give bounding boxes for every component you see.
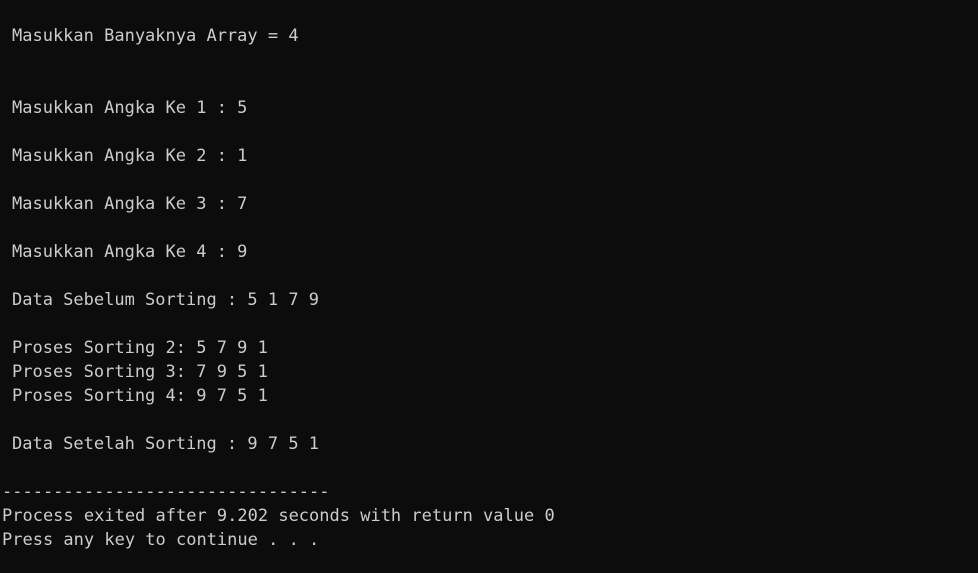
input-line-1: Masukkan Angka Ke 1 : 5 [12,98,248,118]
after-sort-line: Data Setelah Sorting : 9 7 5 1 [12,434,320,454]
exit-status-line: Process exited after 9.202 seconds with … [2,506,555,526]
before-sort-line: Data Sebelum Sorting : 5 1 7 9 [12,290,320,310]
console-window[interactable]: Masukkan Banyaknya Array = 4 Masukkan An… [0,0,978,573]
input-line-3: Masukkan Angka Ke 3 : 7 [12,194,248,214]
process-line-4: Proses Sorting 4: 9 7 5 1 [12,386,268,406]
array-size-prompt: Masukkan Banyaknya Array = 4 [12,26,299,46]
input-line-2: Masukkan Angka Ke 2 : 1 [12,146,248,166]
continue-prompt-line: Press any key to continue . . . [2,530,320,550]
process-line-3: Proses Sorting 3: 7 9 5 1 [12,362,268,382]
input-line-4: Masukkan Angka Ke 4 : 9 [12,242,248,262]
separator-line: -------------------------------- [2,482,330,502]
process-line-2: Proses Sorting 2: 5 7 9 1 [12,338,268,358]
